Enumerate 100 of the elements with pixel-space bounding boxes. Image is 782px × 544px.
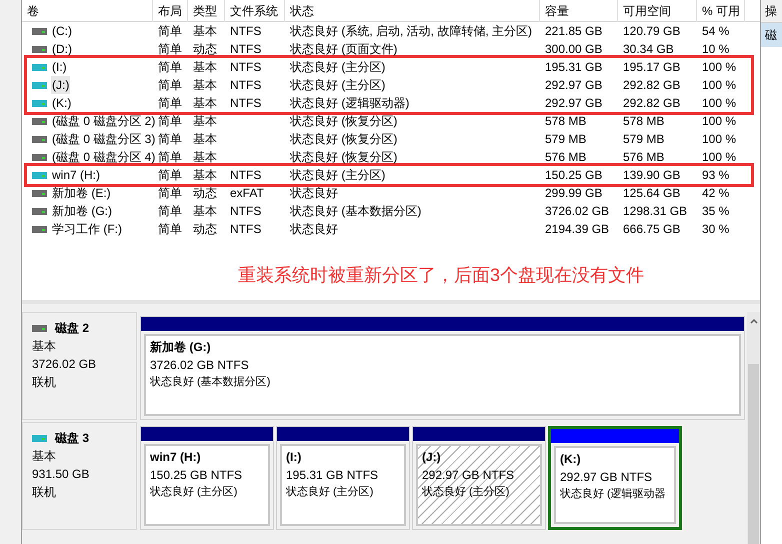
table-cell-text: 125.64 GB [622, 185, 682, 202]
disk-type: 基本 [32, 338, 57, 355]
column-header[interactable]: % 可用 [697, 0, 745, 22]
table-cell-text: NTFS [229, 95, 262, 112]
partition-block[interactable]: (J:) 292.97 GB NTFS 状态良好 (主分区) [412, 426, 546, 530]
table-row[interactable]: (C:) 简单 基本 NTFS 状态良好 (系统, 启动, 活动, 故障转储, 主分区) 221.85 GB 120.79 GB 54 % [24, 22, 754, 40]
disk-size: 931.50 GB [32, 466, 90, 483]
table-cell-text: 简单 [157, 167, 183, 184]
table-cell-text: 666.75 GB [622, 221, 682, 238]
table-cell-text: 状态良好 (主分区) [289, 77, 386, 94]
table-cell-text: 状态良好 [289, 185, 339, 202]
disk-status: 联机 [32, 484, 57, 501]
table-row[interactable]: 新加卷 (G:) 简单 基本 NTFS 状态良好 (基本数据分区) 3726.02 GB 1298.31 GB 35 % [24, 202, 754, 220]
table-cell-text: 292.82 GB [622, 95, 682, 112]
volume-name[interactable]: (D:) [51, 40, 73, 58]
volume-name[interactable]: 新加卷 (G:) [51, 202, 113, 220]
table-cell-text: 292.97 GB [544, 95, 604, 112]
table-cell-text: 基本 [192, 77, 218, 94]
disk-info-panel[interactable]: 磁盘 3 基本 931.50 GB 联机 [22, 422, 137, 530]
table-cell-text: 简单 [157, 221, 183, 238]
column-header[interactable]: 文件系统 [225, 0, 285, 22]
table-row[interactable]: (K:) 简单 基本 NTFS 状态良好 (逻辑驱动器) 292.97 GB 292.82 GB 100 % [24, 94, 754, 115]
table-cell-text: 1298.31 GB [622, 203, 688, 220]
table-cell-text: 基本 [192, 203, 218, 220]
partition-name: (J:) [422, 449, 442, 466]
table-cell-text: NTFS [229, 77, 262, 94]
table-row[interactable]: (D:) 简单 动态 NTFS 状态良好 (页面文件) 300.00 GB 30.34 GB 10 % [24, 40, 754, 58]
partition-block[interactable]: 新加卷 (G:) 3726.02 GB NTFS 状态良好 (基本数据分区) [140, 316, 745, 420]
partition-block[interactable]: (K:) 292.97 GB NTFS 状态良好 (逻辑驱动器 [548, 426, 682, 530]
partition-size: 292.97 GB NTFS [560, 469, 654, 486]
table-cell-text: 简单 [157, 59, 183, 76]
scroll-up-icon[interactable] [750, 318, 758, 324]
pane-item[interactable]: 磁 [761, 23, 782, 47]
table-cell-text: 简单 [157, 23, 183, 40]
table-cell-text: 299.99 GB [544, 185, 604, 202]
table-cell-text: 579 MB [622, 131, 666, 148]
table-row[interactable]: 学习工作 (F:) 简单 动态 NTFS 状态良好 2194.39 GB 666.75 GB 30 % [24, 220, 754, 238]
column-header[interactable]: 可用空间 [618, 0, 697, 22]
table-cell-text: 状态良好 (系统, 启动, 活动, 故障转储, 主分区) [289, 23, 533, 40]
partition-size: 150.25 GB NTFS [150, 467, 244, 484]
table-cell-text: 10 % [701, 41, 730, 58]
partition-size: 292.97 GB NTFS [422, 467, 516, 484]
table-cell-text: 状态良好 (页面文件) [289, 41, 398, 58]
table-cell-text: 100 % [701, 131, 738, 148]
table-cell-text: NTFS [229, 203, 262, 220]
disk-info-panel[interactable]: 磁盘 2 基本 3726.02 GB 联机 [22, 312, 137, 420]
volume-name[interactable]: (I:) [51, 58, 68, 76]
volume-name[interactable]: win7 (H:) [51, 166, 102, 184]
partition-status: 状态良好 (主分区) [286, 484, 374, 500]
table-cell-text: NTFS [229, 221, 262, 238]
table-cell-text: exFAT [229, 185, 265, 202]
volume-name[interactable]: (磁盘 0 磁盘分区 3) [51, 130, 156, 148]
table-cell-text: 基本 [192, 59, 218, 76]
partition-block[interactable]: (I:) 195.31 GB NTFS 状态良好 (主分区) [276, 426, 410, 530]
table-cell-text: 120.79 GB [622, 23, 682, 40]
table-cell-text: 状态良好 (恢复分区) [289, 131, 398, 148]
volume-name[interactable]: (C:) [51, 22, 73, 40]
column-header[interactable]: 类型 [188, 0, 225, 22]
partition-name: (I:) [286, 449, 302, 466]
partition-block[interactable]: win7 (H:) 150.25 GB NTFS 状态良好 (主分区) [140, 426, 274, 530]
column-header[interactable]: 布局 [153, 0, 188, 22]
table-cell-text: 221.85 GB [544, 23, 604, 40]
column-header[interactable]: 容量 [540, 0, 618, 22]
table-cell-text: 578 MB [622, 113, 666, 130]
table-cell-text: 100 % [701, 59, 738, 76]
table-cell-text: 42 % [701, 185, 730, 202]
volume-name[interactable]: (J:) [51, 76, 70, 94]
table-row[interactable]: (J:) 简单 基本 NTFS 状态良好 (主分区) 292.97 GB 292.82 GB 100 % [24, 76, 754, 94]
table-cell-text: 基本 [192, 23, 218, 40]
partition-name: (K:) [560, 451, 582, 468]
table-row[interactable]: (磁盘 0 磁盘分区 4) 简单 基本 状态良好 (恢复分区) 576 MB 576 MB 100 % [24, 148, 754, 166]
volume-name[interactable]: (K:) [51, 94, 72, 112]
table-cell-text: NTFS [229, 59, 262, 76]
table-cell-text: 状态良好 (主分区) [289, 59, 386, 76]
table-cell-text: 动态 [192, 221, 218, 238]
table-cell-text: 简单 [157, 41, 183, 58]
volume-name[interactable]: (磁盘 0 磁盘分区 2) [51, 112, 156, 130]
partition-status: 状态良好 (主分区) [422, 484, 510, 500]
table-cell-text: 简单 [157, 77, 183, 94]
column-header[interactable]: 状态 [285, 0, 540, 22]
table-row[interactable]: (I:) 简单 基本 NTFS 状态良好 (主分区) 195.31 GB 195.17 GB 100 % [24, 55, 754, 76]
scrollbar[interactable] [747, 312, 760, 544]
table-cell-text: 150.25 GB [544, 167, 604, 184]
table-cell-text: 基本 [192, 131, 218, 148]
volume-name[interactable]: 新加卷 (E:) [51, 184, 112, 202]
volume-name[interactable]: 学习工作 (F:) [51, 220, 123, 238]
table-row[interactable]: (磁盘 0 磁盘分区 2) 简单 基本 状态良好 (恢复分区) 578 MB 578 MB 100 % [24, 112, 754, 130]
table-cell-text: 简单 [157, 95, 183, 112]
table-cell-text: 195.31 GB [544, 59, 604, 76]
table-row[interactable]: 新加卷 (E:) 简单 动态 exFAT 状态良好 299.99 GB 125.64 GB 42 % [24, 184, 754, 202]
disk-type: 基本 [32, 448, 57, 465]
table-cell-text: 状态良好 (恢复分区) [289, 113, 398, 130]
column-header[interactable]: 卷 [22, 0, 153, 22]
table-cell-text: 基本 [192, 149, 218, 166]
volume-name[interactable]: (磁盘 0 磁盘分区 4) [51, 148, 156, 166]
table-cell-text: 30 % [701, 221, 730, 238]
table-row[interactable]: win7 (H:) 简单 基本 NTFS 状态良好 (主分区) 150.25 GB 139.90 GB 93 % [24, 163, 754, 187]
table-cell-text: 基本 [192, 95, 218, 112]
table-row[interactable]: (磁盘 0 磁盘分区 3) 简单 基本 状态良好 (恢复分区) 579 MB 579 MB 100 % [24, 130, 754, 148]
table-cell-text: 基本 [192, 167, 218, 184]
